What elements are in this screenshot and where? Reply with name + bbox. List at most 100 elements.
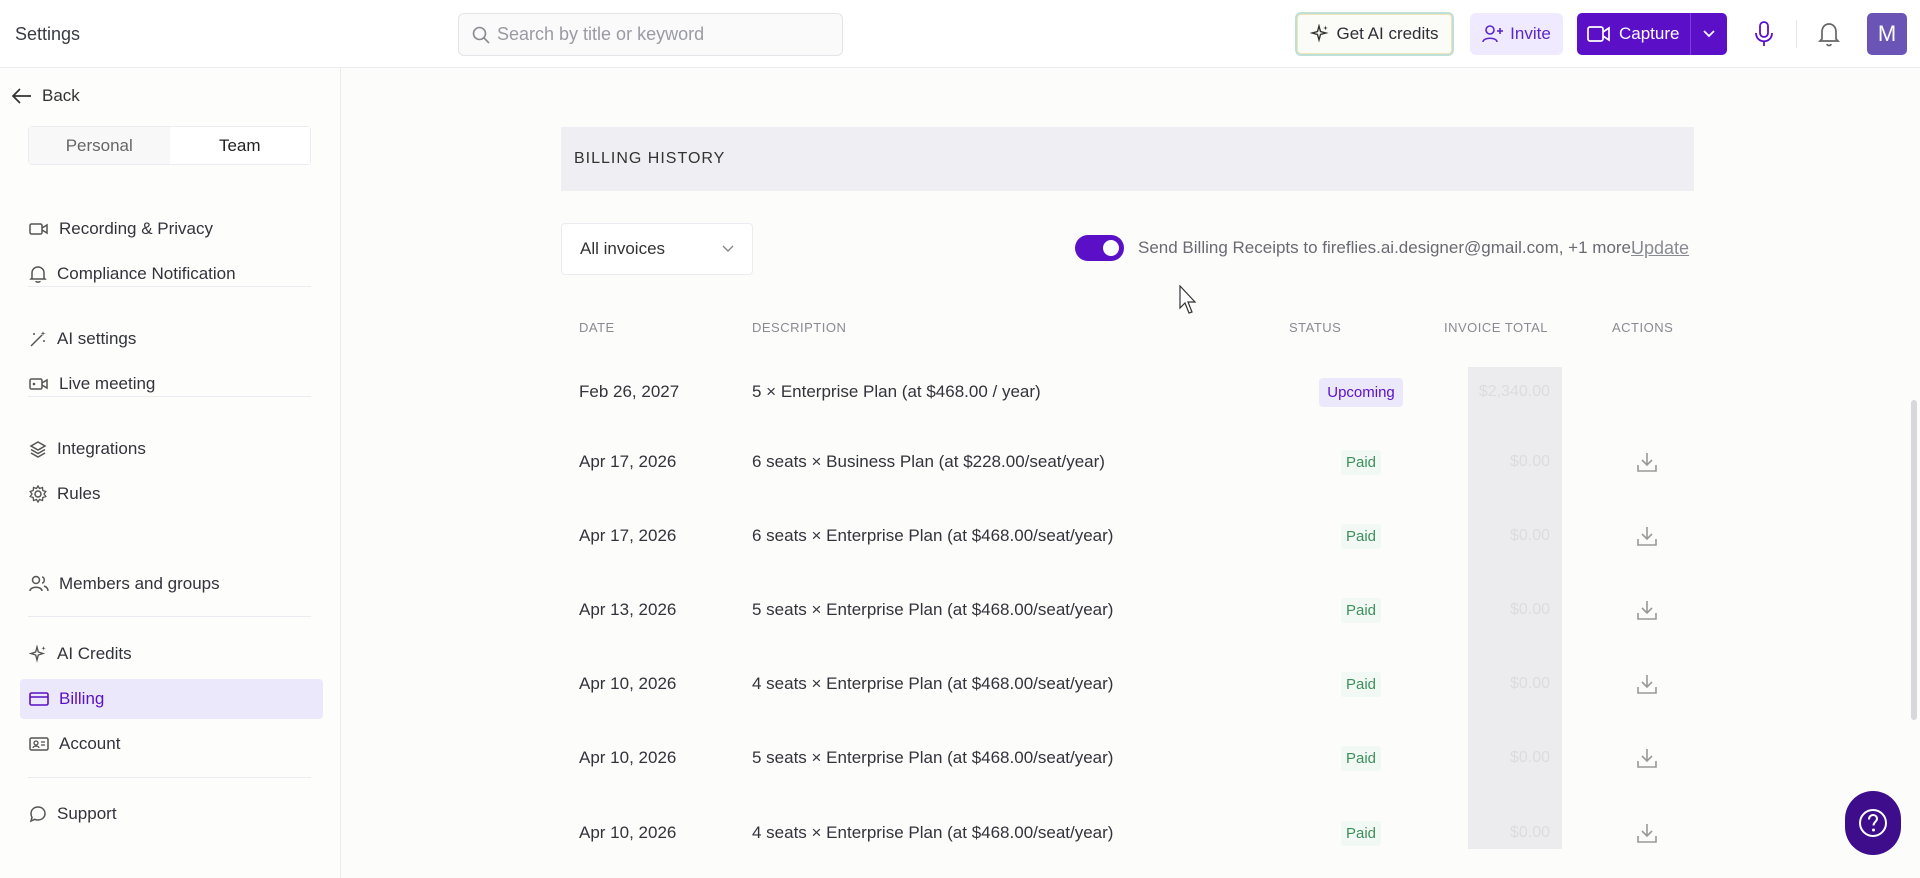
id-card-icon: [29, 737, 49, 751]
status-badge: Paid: [1340, 820, 1382, 846]
tab-personal[interactable]: Personal: [29, 127, 170, 164]
sidebar-item-ai-credits[interactable]: AI Credits: [20, 634, 323, 674]
download-invoice-button[interactable]: [1632, 738, 1662, 778]
mouse-cursor-icon: [1179, 285, 1197, 314]
download-icon: [1637, 453, 1657, 472]
live-video-icon: [29, 378, 48, 390]
row-total: $0.00: [1509, 527, 1550, 544]
invoice-filter-value: All invoices: [580, 239, 666, 258]
settings-sidebar: Back Personal Team Recording & Privacy C…: [0, 68, 341, 878]
chat-icon: [29, 806, 46, 823]
status-badge: Paid: [1340, 449, 1382, 475]
main-scrollbar[interactable]: [1911, 400, 1917, 720]
sidebar-item-support[interactable]: Support: [20, 794, 323, 834]
sidebar-item-ai-settings[interactable]: AI settings: [20, 319, 323, 359]
invite-button[interactable]: Invite: [1470, 13, 1563, 55]
sparkle-icon: [29, 645, 46, 663]
sidebar-divider: [28, 396, 311, 397]
row-date: Apr 10, 2026: [579, 748, 677, 767]
row-date: Apr 10, 2026: [579, 823, 677, 842]
sidebar-item-label: AI settings: [57, 329, 137, 348]
table-row: Feb 26, 2027 5 × Enterprise Plan (at $46…: [561, 372, 1694, 412]
chevron-down-icon: [1703, 30, 1715, 38]
row-description: 6 seats × Business Plan (at $228.00/seat…: [752, 452, 1105, 471]
row-total: $0.00: [1509, 453, 1550, 470]
search-input[interactable]: [497, 14, 827, 55]
capture-dropdown-toggle[interactable]: [1690, 13, 1727, 55]
sidebar-item-label: Compliance Notification: [57, 264, 236, 283]
download-icon: [1637, 749, 1657, 768]
row-date: Apr 13, 2026: [579, 600, 677, 619]
download-icon: [1637, 527, 1657, 546]
add-user-icon: [1482, 25, 1504, 43]
update-link[interactable]: Update: [1631, 238, 1689, 259]
download-invoice-button[interactable]: [1632, 664, 1662, 704]
row-description: 6 seats × Enterprise Plan (at $468.00/se…: [752, 526, 1114, 545]
row-date: Apr 10, 2026: [579, 674, 677, 693]
row-status: Paid: [1261, 516, 1461, 556]
search-icon: [472, 26, 490, 44]
column-header-date: DATE: [579, 320, 615, 335]
avatar-initial: M: [1877, 21, 1897, 46]
table-row: Apr 17, 2026 6 seats × Business Plan (at…: [561, 442, 1694, 482]
row-total: $0.00: [1509, 601, 1550, 618]
billing-receipts-toggle[interactable]: [1075, 235, 1124, 261]
row-description: 4 seats × Enterprise Plan (at $468.00/se…: [752, 674, 1114, 693]
gear-icon: [29, 485, 47, 503]
capture-main[interactable]: Capture: [1577, 13, 1690, 55]
help-button[interactable]: [1845, 791, 1901, 855]
credit-card-icon: [29, 692, 49, 706]
search-box[interactable]: [458, 13, 843, 56]
sidebar-divider: [28, 616, 311, 617]
get-ai-credits-button[interactable]: Get AI credits: [1295, 12, 1454, 56]
microphone-icon[interactable]: [1752, 20, 1776, 48]
layers-icon: [29, 441, 47, 458]
status-badge: Paid: [1340, 523, 1382, 549]
sidebar-item-label: Integrations: [57, 439, 146, 458]
video-camera-icon: [1587, 26, 1610, 42]
column-header-invoice-total: INVOICE TOTAL: [1444, 320, 1549, 335]
sidebar-item-label: Rules: [57, 484, 101, 503]
download-icon: [1637, 675, 1657, 694]
download-invoice-button[interactable]: [1632, 590, 1662, 630]
status-badge: Paid: [1340, 745, 1382, 771]
download-invoice-button[interactable]: [1632, 813, 1662, 853]
sidebar-item-members-and-groups[interactable]: Members and groups: [20, 564, 323, 604]
sidebar-item-compliance-notification[interactable]: Compliance Notification: [20, 254, 323, 294]
sidebar-item-recording-privacy[interactable]: Recording & Privacy: [20, 209, 323, 249]
sidebar-item-account[interactable]: Account: [20, 724, 323, 764]
table-row: Apr 10, 2026 5 seats × Enterprise Plan (…: [561, 738, 1694, 778]
row-status: Upcoming: [1261, 372, 1461, 412]
toggle-knob: [1103, 240, 1119, 256]
download-invoice-button[interactable]: [1632, 442, 1662, 482]
back-button[interactable]: Back: [12, 86, 80, 106]
sidebar-item-label: Members and groups: [59, 574, 220, 593]
row-description: 5 seats × Enterprise Plan (at $468.00/se…: [752, 600, 1114, 619]
top-bar: Settings Get AI credits Invite Capture M: [0, 0, 1920, 68]
row-description: 4 seats × Enterprise Plan (at $468.00/se…: [752, 823, 1114, 842]
row-total: $0.00: [1509, 749, 1550, 766]
question-mark-icon: [1859, 809, 1887, 837]
status-badge: Paid: [1340, 671, 1382, 697]
sidebar-item-billing[interactable]: Billing: [20, 679, 323, 719]
sidebar-item-label: Support: [57, 804, 117, 823]
tab-team[interactable]: Team: [169, 127, 310, 164]
invoice-filter-select[interactable]: All invoices: [561, 223, 753, 275]
user-avatar[interactable]: M: [1867, 13, 1907, 55]
billing-receipts-text: Send Billing Receipts to fireflies.ai.de…: [1138, 238, 1636, 257]
billing-history-header: BILLING HISTORY: [561, 127, 1694, 191]
sidebar-item-live-meeting[interactable]: Live meeting: [20, 364, 323, 404]
capture-button[interactable]: Capture: [1577, 13, 1727, 55]
sidebar-item-integrations[interactable]: Integrations: [20, 429, 323, 469]
download-invoice-button[interactable]: [1632, 516, 1662, 556]
download-icon: [1637, 824, 1657, 843]
table-row: Apr 17, 2026 6 seats × Enterprise Plan (…: [561, 516, 1694, 556]
sidebar-item-rules[interactable]: Rules: [20, 474, 323, 514]
sidebar-item-label: Live meeting: [59, 374, 156, 393]
notification-bell-icon[interactable]: [1817, 20, 1841, 48]
toolbar-divider: [1796, 20, 1797, 48]
row-date: Apr 17, 2026: [579, 452, 677, 471]
column-header-actions: ACTIONS: [1612, 320, 1674, 335]
sparkle-icon: [1310, 24, 1330, 43]
bell-icon: [29, 266, 47, 283]
